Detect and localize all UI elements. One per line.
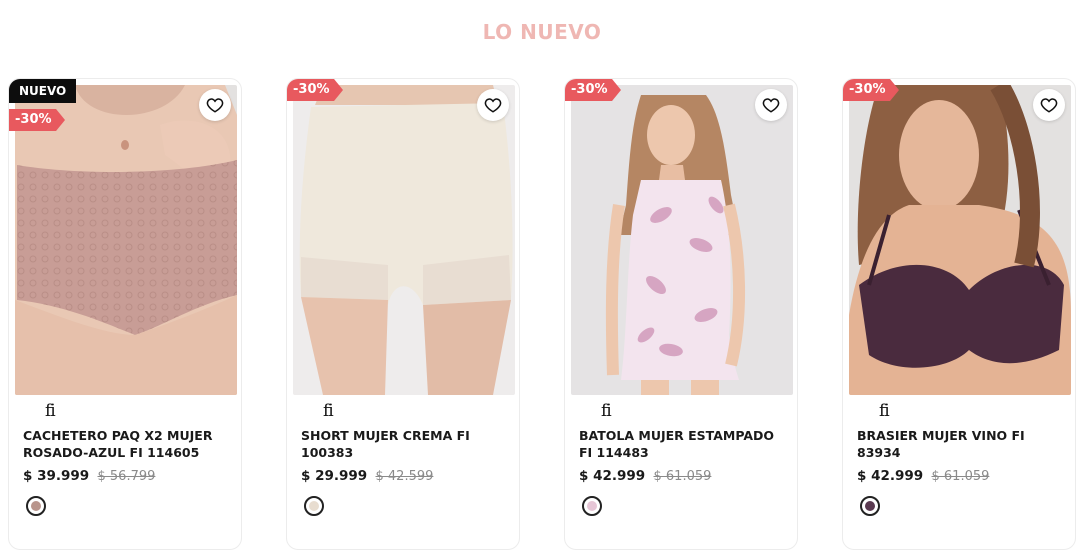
- product-card[interactable]: -30% fi SHORT MUJER CREMA FI 100383 $ 29…: [286, 78, 520, 550]
- color-swatch[interactable]: [582, 496, 602, 516]
- favorite-button[interactable]: [755, 89, 787, 121]
- new-badge: NUEVO: [9, 79, 77, 103]
- brand-logo: fi: [323, 401, 334, 421]
- favorite-button[interactable]: [477, 89, 509, 121]
- price-row: $ 42.999 $ 61.059: [579, 468, 711, 484]
- brand-logo: fi: [879, 401, 890, 421]
- product-name[interactable]: BATOLA MUJER ESTAMPADO FI 114483: [579, 428, 791, 461]
- product-card[interactable]: -30% fi BRASIER MUJER VINO FI 83934 $ 42…: [842, 78, 1076, 550]
- heart-icon: [1040, 98, 1058, 113]
- discount-badge: -30%: [9, 109, 65, 131]
- product-name[interactable]: BRASIER MUJER VINO FI 83934: [857, 428, 1069, 461]
- product-card[interactable]: -30% fi BATOLA MUJER ESTAMPADO FI 114483…: [564, 78, 798, 550]
- favorite-button[interactable]: [199, 89, 231, 121]
- heart-icon: [762, 98, 780, 113]
- current-price: $ 39.999: [23, 468, 90, 484]
- product-image[interactable]: [15, 85, 237, 395]
- price-row: $ 29.999 $ 42.599: [301, 468, 433, 484]
- heart-icon: [484, 98, 502, 113]
- discount-badge: -30%: [287, 79, 343, 101]
- product-name[interactable]: CACHETERO PAQ X2 MUJER ROSADO-AZUL FI 11…: [23, 428, 235, 461]
- product-image[interactable]: [293, 85, 515, 395]
- original-price: $ 61.059: [653, 469, 712, 484]
- price-row: $ 42.999 $ 61.059: [857, 468, 989, 484]
- favorite-button[interactable]: [1033, 89, 1065, 121]
- current-price: $ 29.999: [301, 468, 368, 484]
- section-title: LO NUEVO: [482, 20, 602, 44]
- product-grid: NUEVO -30% fi CACHETERO PAQ X2 MUJER ROS…: [8, 78, 1076, 550]
- heart-icon: [206, 98, 224, 113]
- color-swatch[interactable]: [26, 496, 46, 516]
- color-swatch[interactable]: [304, 496, 324, 516]
- product-name[interactable]: SHORT MUJER CREMA FI 100383: [301, 428, 513, 461]
- brand-logo: fi: [45, 401, 56, 421]
- product-image[interactable]: [849, 85, 1071, 395]
- brand-logo: fi: [601, 401, 612, 421]
- discount-badge: -30%: [843, 79, 899, 101]
- original-price: $ 61.059: [931, 469, 990, 484]
- price-row: $ 39.999 $ 56.799: [23, 468, 155, 484]
- current-price: $ 42.999: [579, 468, 646, 484]
- product-card[interactable]: NUEVO -30% fi CACHETERO PAQ X2 MUJER ROS…: [8, 78, 242, 550]
- original-price: $ 56.799: [97, 469, 156, 484]
- color-swatch[interactable]: [860, 496, 880, 516]
- original-price: $ 42.599: [375, 469, 434, 484]
- product-image[interactable]: [571, 85, 793, 395]
- discount-badge: -30%: [565, 79, 621, 101]
- current-price: $ 42.999: [857, 468, 924, 484]
